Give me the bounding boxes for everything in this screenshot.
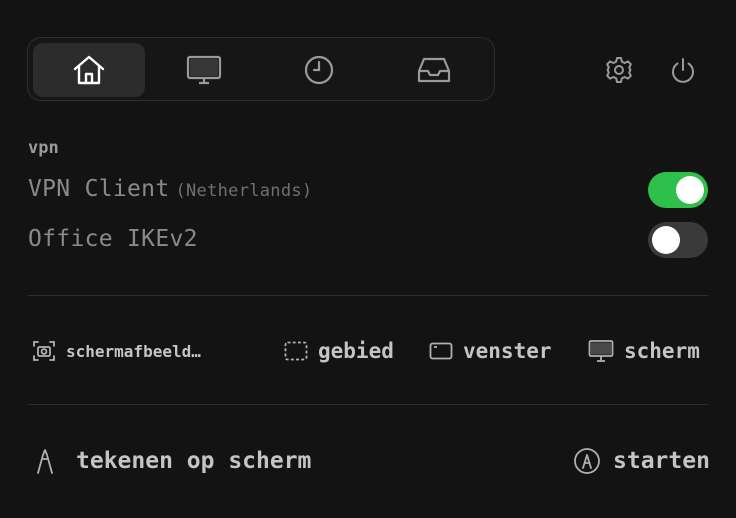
start-drawing-label: starten [613,448,710,474]
capture-screen-label: scherm [624,339,700,363]
inbox-icon [417,57,451,83]
capture-window-label: venster [463,339,552,363]
power-icon [672,58,694,83]
camera-icon [33,341,55,361]
tab-bar [27,37,495,101]
tab-inbox[interactable] [378,43,490,97]
toggle-knob [652,226,680,254]
tab-screen[interactable] [148,43,260,97]
settings-button[interactable] [604,53,634,87]
vpn-item-detail: (Netherlands) [175,181,313,201]
draw-on-screen-label: tekenen op scherm [76,448,312,474]
pen-icon [37,449,53,474]
divider [28,404,708,405]
vpn-item-name: VPN Client [28,176,170,202]
start-drawing-button[interactable]: starten [573,444,710,478]
vpn-item-office-ikev2: Office IKEv2 [28,222,708,258]
monitor-icon [588,340,614,362]
power-button[interactable] [668,53,698,87]
window-icon [429,342,453,360]
gear-icon [606,57,632,83]
vpn-section-title: vpn [28,138,59,158]
vpn-item-vpn-client: VPN Client (Netherlands) [28,172,708,208]
toggle-knob [676,176,704,204]
vpn-item-name: Office IKEv2 [28,226,198,252]
tab-home[interactable] [33,43,145,97]
start-icon [574,448,600,474]
capture-window-button[interactable]: venster [429,336,552,366]
vpn-item-label: Office IKEv2 [28,226,198,252]
vpn-client-toggle[interactable] [648,172,708,208]
capture-region-label: gebied [318,339,394,363]
capture-screen-button[interactable]: scherm [588,336,700,366]
draw-on-screen-row: tekenen op scherm [32,444,311,478]
tab-history[interactable] [263,43,375,97]
home-icon [73,55,105,85]
monitor-icon [186,55,222,85]
screenshot-button[interactable]: schermafbeeld… [32,336,201,366]
region-select-icon [284,341,308,361]
clock-icon [304,55,334,85]
divider [28,295,708,296]
office-ikev2-toggle[interactable] [648,222,708,258]
screenshot-label: schermafbeeld… [66,341,201,361]
capture-region-button[interactable]: gebied [284,336,394,366]
vpn-item-label: VPN Client (Netherlands) [28,176,312,202]
